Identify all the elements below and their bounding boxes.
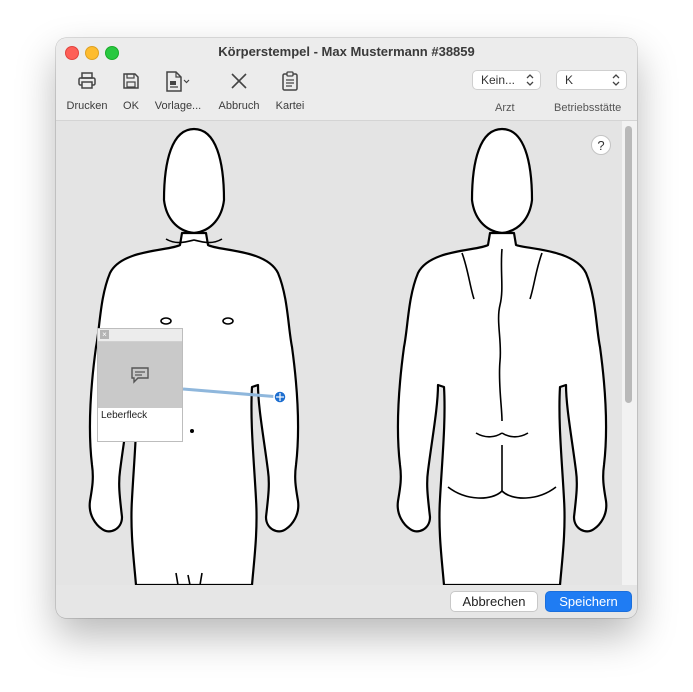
back-body-outline — [396, 127, 608, 587]
doctor-select-value: Kein... — [481, 73, 516, 87]
cancel-tool-label: Abbruch — [218, 100, 260, 112]
target-marker-icon[interactable] — [273, 390, 287, 404]
ok-button[interactable]: OK — [118, 68, 144, 112]
annotation-note[interactable]: × Leberfleck — [97, 328, 183, 442]
body-stamp-window: Körperstempel - Max Mustermann #38859 Dr… — [56, 38, 637, 618]
x-icon — [231, 73, 247, 89]
printer-icon — [78, 72, 96, 89]
annotation-text[interactable]: Leberfleck — [98, 408, 182, 423]
doctor-select-label: Arzt — [495, 102, 515, 114]
annotation-image-placeholder[interactable] — [98, 342, 182, 408]
up-down-chevron-icon — [526, 74, 534, 86]
save-button[interactable]: Speichern — [545, 591, 632, 612]
print-button[interactable]: Drucken — [66, 68, 108, 112]
site-select[interactable]: K — [556, 70, 627, 90]
close-icon[interactable]: × — [100, 330, 109, 339]
save-disk-icon — [123, 73, 139, 89]
record-button[interactable]: Kartei — [272, 68, 308, 112]
site-select-value: K — [565, 73, 574, 87]
window-title: Körperstempel - Max Mustermann #38859 — [218, 44, 475, 59]
site-select-label: Betriebsstätte — [554, 102, 622, 114]
title-toolbar-area: Körperstempel - Max Mustermann #38859 Dr… — [56, 38, 637, 121]
document-template-icon — [166, 71, 190, 92]
record-label: Kartei — [275, 100, 305, 112]
navel-mark — [190, 429, 194, 433]
cancel-button[interactable]: Abbrechen — [450, 591, 538, 612]
doctor-select[interactable]: Kein... — [472, 70, 541, 90]
speech-bubble-icon — [131, 367, 149, 384]
scrollbar-thumb[interactable] — [625, 126, 632, 403]
help-button[interactable]: ? — [591, 135, 611, 155]
annotation-note-header: × — [98, 329, 182, 342]
template-button[interactable]: Vorlage... — [152, 68, 204, 112]
up-down-chevron-icon — [612, 74, 620, 86]
cancel-tool-button[interactable]: Abbruch — [216, 68, 262, 112]
ok-label: OK — [123, 100, 139, 112]
template-label: Vorlage... — [154, 100, 202, 112]
clipboard-icon — [282, 71, 298, 91]
print-label: Drucken — [66, 100, 108, 112]
